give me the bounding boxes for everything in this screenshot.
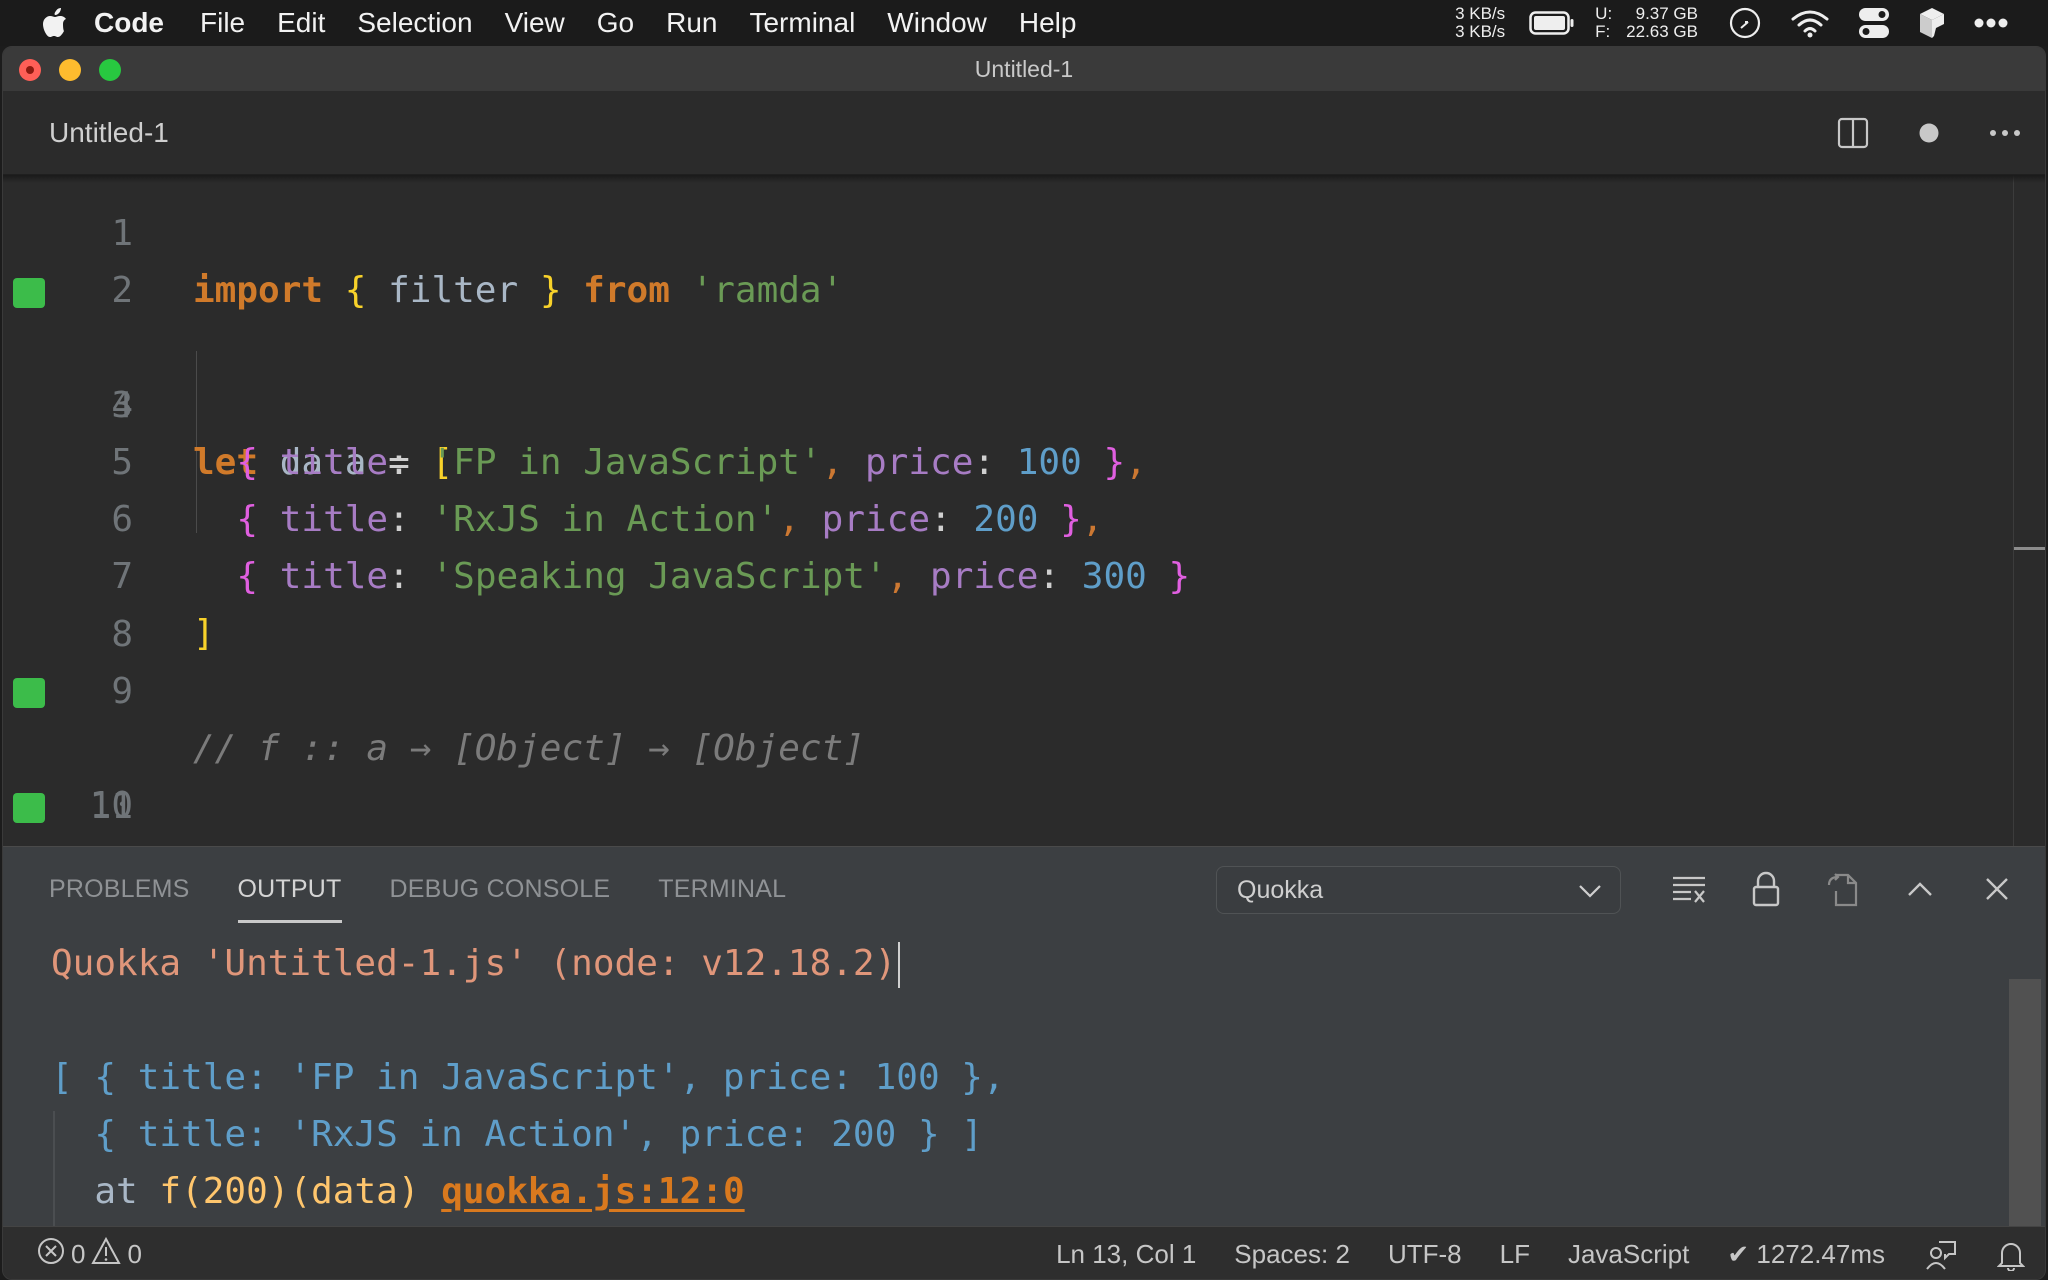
vscode-window: Untitled-1 Untitled-1 1 import { filter … [2, 46, 2046, 1280]
battery-icon[interactable] [1529, 10, 1575, 36]
source-location-link[interactable]: quokka.js:12:0 [441, 1171, 744, 1212]
output-scrollbar[interactable] [2009, 979, 2041, 1231]
control-center-icon[interactable] [1858, 6, 1890, 40]
language-mode[interactable]: JavaScript [1568, 1239, 1689, 1270]
overview-ruler-marker [2014, 547, 2045, 550]
output-result-line-1: [ { title: 'FP in JavaScript', price: 10… [51, 1057, 1005, 1098]
code-line-4[interactable]: 4 { title: 'FP in JavaScript', price: 10… [3, 320, 2045, 483]
at-label: at [94, 1171, 138, 1212]
tab-terminal[interactable]: TERMINAL [658, 847, 786, 931]
tab-debug-console[interactable]: DEBUG CONSOLE [390, 847, 611, 931]
cursor-position[interactable]: Ln 13, Col 1 [1056, 1239, 1196, 1270]
code-line-10[interactable]: 10 let f = v ⇒ filter(x ⇒ x.price ⩽ v) [3, 663, 2045, 846]
maximize-panel-icon[interactable] [1881, 847, 1958, 931]
editor-scrollbar[interactable] [2013, 175, 2045, 846]
disk-used-label: U: [1595, 4, 1613, 23]
menu-terminal[interactable]: Terminal [749, 0, 855, 46]
output-channel-value: Quokka [1237, 875, 1324, 904]
quokka-coverage-marker [13, 278, 45, 308]
menu-app-code[interactable]: Code [94, 0, 164, 46]
output-at-line: at f(200)(data) quokka.js:12:0 [51, 1163, 744, 1220]
warning-count: 0 [127, 1239, 142, 1269]
quokka-coverage-marker [13, 678, 45, 708]
lock-scroll-icon[interactable] [1727, 847, 1804, 931]
error-count: 0 [71, 1239, 86, 1269]
end-of-line[interactable]: LF [1500, 1239, 1530, 1270]
bottom-panel: PROBLEMS OUTPUT DEBUG CONSOLE TERMINAL Q… [3, 846, 2045, 1231]
problems-status[interactable]: 0 0 [37, 1227, 142, 1279]
quokka-header-text: Quokka 'Untitled-1.js' (node: v12.18.2) [51, 943, 897, 984]
clear-output-icon[interactable] [1650, 847, 1727, 931]
tab-output[interactable]: OUTPUT [237, 847, 342, 931]
code-line-8[interactable]: 8 [3, 549, 2045, 655]
quokka-coverage-marker [13, 793, 45, 823]
unsaved-dot-icon[interactable] [1891, 91, 1967, 175]
encoding[interactable]: UTF-8 [1388, 1239, 1462, 1270]
output-result-line-2: { title: 'RxJS in Action', price: 200 } … [51, 1114, 983, 1155]
app-tray-icon[interactable] [1918, 6, 1946, 40]
menu-run[interactable]: Run [666, 0, 717, 46]
quokka-status[interactable]: ✔ 1272.47ms [1727, 1239, 1885, 1270]
code-line-12[interactable]: 12 f(200)(data) // ? [ { title: 'FP in J… [3, 778, 2045, 835]
wifi-icon[interactable] [1790, 8, 1830, 38]
net-down: 3 KB/s [1455, 22, 1506, 41]
clock-icon[interactable] [1728, 6, 1762, 40]
code-line-2[interactable]: 2 [3, 205, 2045, 311]
code-line-9[interactable]: 9 // f :: a → [Object] → [Object] [3, 606, 2045, 769]
indentation[interactable]: Spaces: 2 [1234, 1239, 1350, 1270]
output-channel-select[interactable]: Quokka [1216, 866, 1621, 914]
disk-free: 22.63 GB [1626, 22, 1698, 41]
tab-untitled-1[interactable]: Untitled-1 [49, 91, 169, 175]
code-line-5[interactable]: 5 { title: 'RxJS in Action', price: 200 … [3, 377, 2045, 540]
net-up: 3 KB/s [1455, 4, 1506, 23]
menu-extras: 3 KB/s 3 KB/s U: F: 9.37 GB 22.63 GB [1455, 0, 2048, 46]
code-line-13[interactable]: 13 [3, 835, 2045, 846]
window-title: Untitled-1 [974, 56, 1074, 82]
more-actions-icon[interactable] [1967, 91, 2043, 175]
status-bar: 0 0 Ln 13, Col 1 Spaces: 2 UTF-8 LF Java… [3, 1226, 2045, 1279]
at-call-expression: f(200)(data) [159, 1171, 420, 1212]
menu-selection[interactable]: Selection [357, 0, 472, 46]
disk-free-label: F: [1595, 22, 1611, 41]
menu-edit[interactable]: Edit [277, 0, 325, 46]
disk-usage[interactable]: U: F: 9.37 GB 22.63 GB [1595, 5, 1698, 41]
notifications-bell-icon[interactable] [1997, 1239, 2025, 1271]
tab-problems[interactable]: PROBLEMS [49, 847, 190, 931]
code-line-11[interactable]: 11 [3, 721, 2045, 827]
code-line-6[interactable]: 6 { title: 'Speaking JavaScript', price:… [3, 434, 2045, 597]
chevron-down-icon [1578, 876, 1602, 905]
editor-tab-bar: Untitled-1 [3, 91, 2045, 175]
close-panel-icon[interactable] [1958, 847, 2035, 931]
more-icon[interactable] [1974, 18, 2008, 28]
menu-go[interactable]: Go [597, 0, 634, 46]
warning-icon [91, 1236, 122, 1272]
menu-view[interactable]: View [505, 0, 565, 46]
macos-menu-bar: Code File Edit Selection View Go Run Ter… [0, 0, 2048, 46]
menu-window[interactable]: Window [887, 0, 987, 46]
panel-tabs: PROBLEMS OUTPUT DEBUG CONSOLE TERMINAL [49, 847, 834, 931]
output-header-line: Quokka 'Untitled-1.js' (node: v12.18.2) [51, 935, 901, 992]
title-bar: Untitled-1 [3, 47, 2045, 91]
disk-used: 9.37 GB [1635, 4, 1698, 23]
network-speed[interactable]: 3 KB/s 3 KB/s [1455, 5, 1505, 41]
menu-file[interactable]: File [200, 0, 245, 46]
menu-help[interactable]: Help [1019, 0, 1077, 46]
split-editor-icon[interactable] [1815, 91, 1891, 175]
text-cursor [898, 942, 901, 988]
apple-logo-icon[interactable] [40, 7, 70, 39]
output-content[interactable]: Quokka 'Untitled-1.js' (node: v12.18.2) … [3, 931, 2013, 1227]
error-icon [37, 1237, 65, 1272]
open-log-file-icon[interactable] [1804, 847, 1881, 931]
code-line-7[interactable]: 7 ] [3, 491, 2045, 654]
code-line-3[interactable]: 3 let data = [ [3, 263, 2045, 483]
feedback-icon[interactable] [1925, 1239, 1957, 1271]
code-editor[interactable]: 1 import { filter } from 'ramda' 2 3 let… [3, 175, 2045, 846]
